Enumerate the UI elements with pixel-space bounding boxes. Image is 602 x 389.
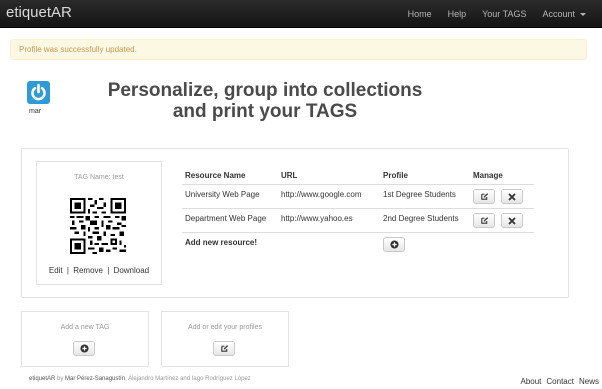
separator: | [66,266,69,275]
page-headline: Personalize, group into collections and … [80,80,450,122]
close-icon [508,193,516,200]
qr-code-image [70,198,126,254]
edit-tag-link[interactable]: Edit [49,266,63,275]
resource-url: http://www.yahoo.es [278,208,380,233]
add-resource-button[interactable] [383,237,405,252]
table-row-add: Add new resource! [182,233,534,257]
close-icon [508,217,516,224]
nav-menu: Home Help Your TAGS Account [400,0,594,28]
add-tag-label: Add a new TAG [60,324,110,331]
remove-tag-link[interactable]: Remove [73,266,103,275]
footer-author: Mar Pérez-Sanagustín [65,376,126,382]
tag-card: TAG Name: test Edit | Remove | Download [36,161,162,285]
table-header-row: Resource Name URL Profile Manage [182,168,534,185]
resource-profile: 1st Degree Students [380,184,470,209]
delete-resource-button[interactable] [501,213,523,228]
download-tag-link[interactable]: Download [114,266,150,275]
add-tag-button[interactable] [73,341,95,356]
manage-cell [470,184,534,209]
resources-table: Resource Name URL Profile Manage Univers… [182,168,534,256]
edit-resource-button[interactable] [473,189,495,204]
plus-circle-icon [79,344,89,353]
add-resource-cell [380,233,470,257]
tag-actions: Edit | Remove | Download [37,266,161,275]
footer-link-news[interactable]: News [579,377,599,386]
edit-icon [480,217,488,224]
edit-profiles-card: Add or edit your profiles [161,311,289,367]
footer-link-about[interactable]: About [521,377,542,386]
column-header: Resource Name [182,168,278,185]
edit-resource-button[interactable] [473,213,495,228]
manage-cell [470,208,534,233]
column-header: Manage [470,168,534,185]
edit-icon [220,345,228,352]
column-header: Profile [380,168,470,185]
edit-profiles-label: Add or edit your profiles [188,324,262,331]
brand-logo[interactable]: etiquetAR [6,4,72,21]
caret-down-icon [580,12,586,16]
separator: | [107,266,110,275]
footer-by: by [55,376,66,382]
resource-name: University Web Page [182,184,278,209]
nav-home[interactable]: Home [400,9,440,19]
tag-name: TAG Name: test [74,174,124,181]
power-icon [27,81,50,104]
nav-your-tags[interactable]: Your TAGS [474,9,534,19]
add-tag-card: Add a new TAG [21,311,149,367]
headline-line-2: and print your TAGS [172,101,358,122]
footer-link-contact[interactable]: Contact [546,377,574,386]
nav-account-label: Account [542,9,575,19]
add-new-resource-label: Add new resource! [185,238,258,247]
nav-account-dropdown[interactable]: Account [534,9,594,19]
column-header: URL [278,168,380,185]
profile-username: mar [29,108,42,115]
table-row: Department Web Page http://www.yahoo.es … [182,208,534,233]
footer-credits: etiquetAR by Mar Pérez-Sanagustín, Aleja… [29,376,251,382]
footer-links: About Contact News [516,377,600,386]
success-alert: Profile was successfully updated. [10,39,587,60]
headline-line-1: Personalize, group into collections [107,80,423,101]
footer-brand: etiquetAR [29,376,56,382]
resource-name: Department Web Page [182,208,278,233]
table-row: University Web Page http://www.google.co… [182,184,534,209]
resource-url: http://www.google.com [278,184,380,209]
edit-icon [480,193,488,200]
delete-resource-button[interactable] [501,189,523,204]
plus-circle-icon [389,240,399,249]
resource-profile: 2nd Degree Students [380,208,470,233]
footer-other-authors: , Alejandro Martínez and Iago Rodríguez … [125,376,251,382]
edit-profiles-button[interactable] [213,341,235,356]
top-navbar: etiquetAR Home Help Your TAGS Account [0,0,602,28]
nav-help[interactable]: Help [440,9,475,19]
